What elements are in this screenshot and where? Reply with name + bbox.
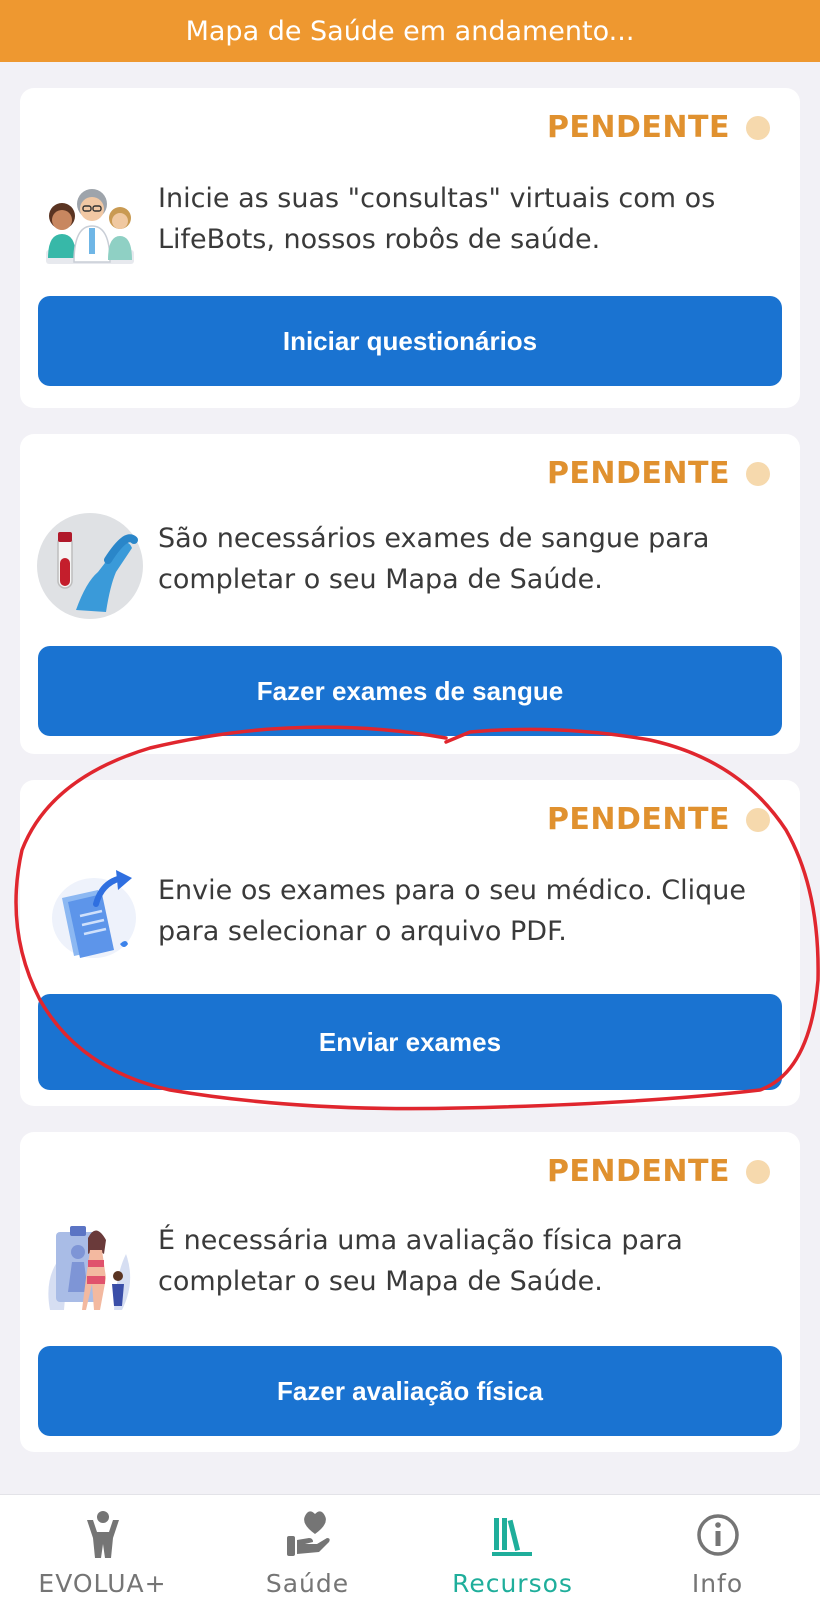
status-dot <box>746 461 770 486</box>
status-indicator: PENDENTE <box>547 1154 770 1189</box>
doctors-icon <box>36 172 144 280</box>
status-indicator: PENDENTE <box>547 802 770 837</box>
status-text: PENDENTE <box>546 456 730 491</box>
card-physical-assessment: PENDENTE É necessária uma avaliação físi… <box>20 1132 800 1452</box>
nav-item-saude[interactable]: Saúde <box>205 1495 410 1600</box>
status-dot <box>746 1159 770 1184</box>
nav-label: Recursos <box>452 1569 573 1598</box>
status-text: PENDENTE <box>546 1154 730 1189</box>
blood-tests-button[interactable]: Fazer exames de sangue <box>38 646 782 736</box>
nav-item-recursos[interactable]: Recursos <box>410 1495 615 1600</box>
status-text: PENDENTE <box>546 802 730 837</box>
card-send-exams: PENDENTE Envie os exames para o seu médi… <box>20 780 800 1106</box>
send-document-icon <box>36 864 144 972</box>
card-blood-tests: PENDENTE São necessários exames de sangu… <box>20 434 800 754</box>
status-dot <box>746 807 770 832</box>
card-description: É necessária uma avaliação física para c… <box>158 1225 683 1297</box>
bottom-navigation: EVOLUA+ Saúde Recursos Info <box>0 1494 820 1600</box>
status-text: PENDENTE <box>546 110 730 145</box>
send-exams-button[interactable]: Enviar exames <box>38 994 782 1090</box>
nav-label: Saúde <box>265 1569 350 1598</box>
heart-hand-icon <box>283 1509 333 1561</box>
card-description: Envie os exames para o seu médico. Cliqu… <box>158 875 746 947</box>
nav-item-evolua[interactable]: EVOLUA+ <box>0 1495 205 1600</box>
person-icon <box>78 1509 128 1561</box>
books-icon <box>488 1509 538 1561</box>
banner-text: Mapa de Saúde em andamento... <box>185 15 635 47</box>
card-description: Inicie as suas "consultas" virtuais com … <box>158 183 716 255</box>
status-indicator: PENDENTE <box>547 456 770 491</box>
physical-assessment-icon <box>36 1214 144 1322</box>
card-description: São necessários exames de sangue para co… <box>158 523 710 595</box>
info-icon <box>693 1509 743 1561</box>
physical-assessment-button[interactable]: Fazer avaliação física <box>38 1346 782 1436</box>
status-dot <box>746 115 770 140</box>
nav-label: Info <box>691 1569 744 1598</box>
start-questionnaires-button[interactable]: Iniciar questionários <box>38 296 782 386</box>
status-indicator: PENDENTE <box>547 110 770 145</box>
status-banner: Mapa de Saúde em andamento... <box>0 0 820 62</box>
blood-sample-icon <box>36 512 144 620</box>
card-questionnaires: PENDENTE Inicie as suas "consultas" virt… <box>20 88 800 408</box>
nav-label: EVOLUA+ <box>38 1569 167 1598</box>
nav-item-info[interactable]: Info <box>615 1495 820 1600</box>
